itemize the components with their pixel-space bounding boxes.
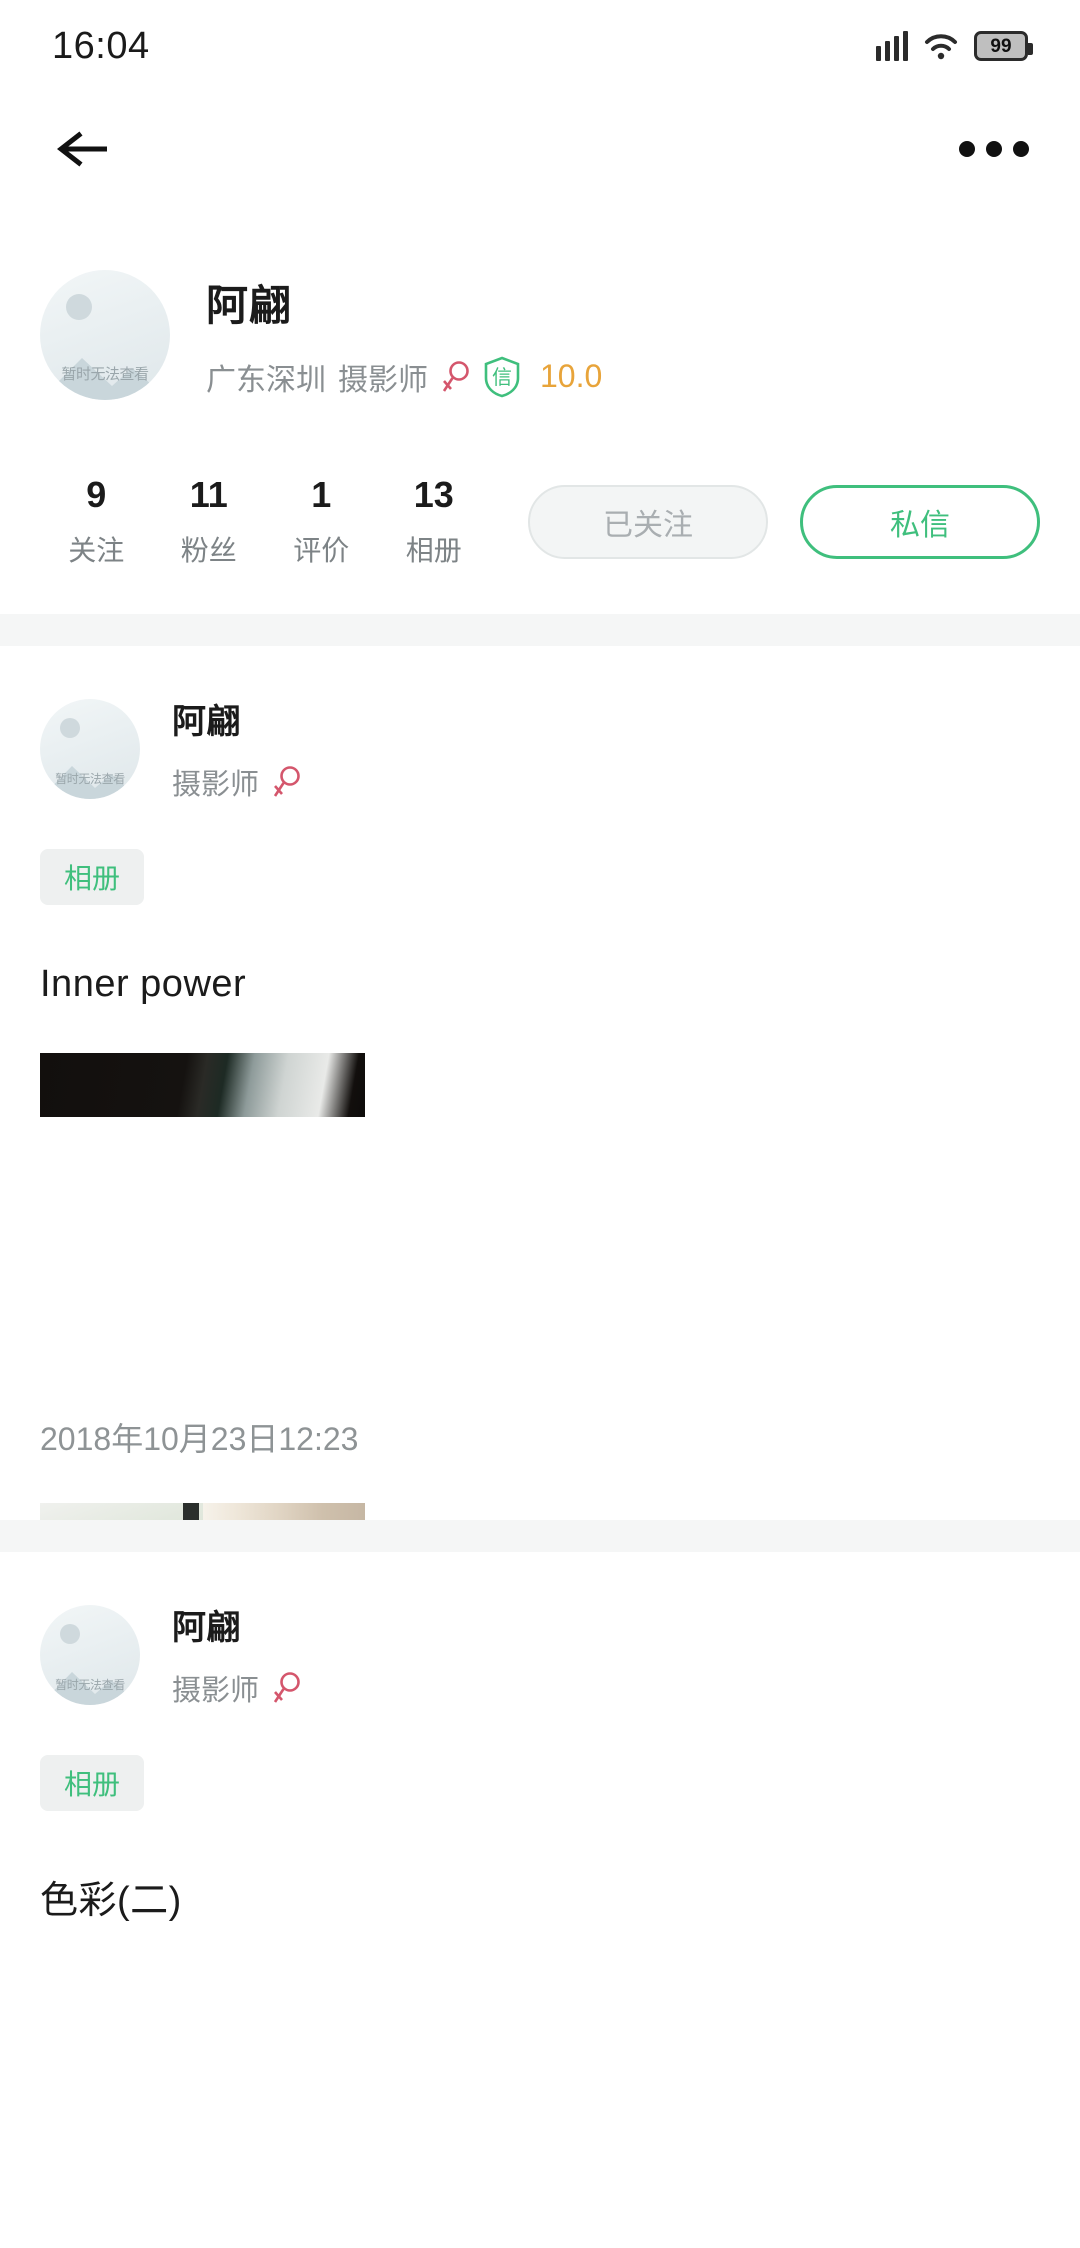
back-button[interactable] [42, 114, 128, 184]
profile-score: 10.0 [540, 358, 603, 394]
post-author-meta: 阿翩 摄影师 [172, 1600, 301, 1709]
post-author-name: 阿翩 [172, 703, 241, 741]
back-arrow-icon [57, 131, 107, 167]
post-author-name: 阿翩 [172, 1609, 241, 1647]
navigation-bar [0, 92, 1080, 202]
signal-bars-icon [876, 31, 908, 61]
stat-albums[interactable]: 13 相册 [378, 475, 491, 569]
female-gender-icon [273, 1672, 300, 1703]
battery-icon: 99 [974, 31, 1033, 61]
profile-meta: 阿翩 广东深圳 摄影师 信 10.0 [206, 272, 602, 399]
avatar[interactable]: 暂时无法查看 [40, 1604, 140, 1705]
avatar-sun-shape [60, 717, 80, 738]
section-divider [0, 1520, 1080, 1552]
avatar-placeholder-text: 暂时无法查看 [55, 771, 125, 786]
feed-post[interactable]: 暂时无法查看 阿翩 摄影师 相册 色彩(二) [0, 1552, 1080, 2248]
profile-row: 暂时无法查看 阿翩 广东深圳 摄影师 信 10.0 [0, 270, 1080, 400]
post-author-job: 摄影师 [172, 769, 260, 801]
post-author-subline: 摄影师 [172, 1667, 301, 1709]
status-time: 16:04 [52, 24, 150, 67]
more-dot [959, 141, 975, 157]
post-title: Inner power [40, 963, 247, 1005]
stat-followers[interactable]: 11 粉丝 [153, 475, 266, 569]
post-author-subline: 摄影师 [172, 761, 301, 803]
post-tag-album[interactable]: 相册 [40, 1755, 145, 1811]
profile-name: 阿翩 [206, 281, 293, 329]
avatar-sun-shape [60, 1623, 80, 1644]
more-dot [986, 141, 1002, 157]
stat-value: 13 [413, 474, 454, 515]
stat-label: 相册 [405, 534, 462, 566]
post-tag-album[interactable]: 相册 [40, 849, 145, 905]
post-author-row[interactable]: 暂时无法查看 阿翩 摄影师 [0, 1600, 1080, 1709]
status-bar: 16:04 99 [0, 0, 1080, 92]
post-date: 2018年10月23日12:23 [40, 1421, 359, 1457]
section-divider [0, 614, 1080, 646]
post-author-row[interactable]: 暂时无法查看 阿翩 摄影师 [0, 694, 1080, 803]
avatar-placeholder-text: 暂时无法查看 [61, 366, 149, 383]
avatar-sun-shape [66, 294, 92, 320]
profile-action-buttons: 已关注 私信 [528, 484, 1040, 559]
verified-shield-icon: 信 [482, 356, 522, 398]
stat-label: 评价 [293, 534, 350, 566]
follow-button[interactable]: 已关注 [528, 484, 768, 559]
message-button[interactable]: 私信 [800, 484, 1040, 559]
stat-value: 11 [189, 474, 228, 515]
verified-badge-text: 信 [492, 366, 512, 389]
post-tag-row: 相册 [0, 1755, 1080, 1811]
stat-label: 关注 [68, 534, 125, 566]
stat-value: 1 [311, 474, 332, 515]
post-author-job: 摄影师 [172, 1675, 260, 1707]
wifi-icon [924, 32, 958, 60]
profile-job: 摄影师 [338, 363, 428, 397]
profile-location: 广东深圳 [206, 363, 326, 397]
app-screen: 16:04 99 暂时无法查看 阿翩 广东深圳 摄影师 信 10.0 9 关注 … [0, 0, 1080, 2248]
post-author-meta: 阿翩 摄影师 [172, 694, 301, 803]
female-gender-icon [442, 360, 469, 392]
avatar[interactable]: 暂时无法查看 [40, 698, 140, 799]
post-tag-row: 相册 [0, 849, 1080, 905]
stat-value: 9 [86, 474, 107, 515]
avatar-placeholder-text: 暂时无法查看 [55, 1677, 125, 1692]
post-photo-bedroom[interactable] [40, 1053, 365, 1117]
stat-following[interactable]: 9 关注 [40, 475, 153, 569]
female-gender-icon [273, 766, 300, 797]
battery-level: 99 [990, 35, 1012, 57]
avatar[interactable]: 暂时无法查看 [40, 270, 170, 400]
stat-reviews[interactable]: 1 评价 [265, 475, 378, 569]
post-title: 色彩(二) [40, 1880, 182, 1922]
status-indicators: 99 [876, 31, 1033, 61]
more-dot [1013, 141, 1029, 157]
profile-stats-row: 9 关注 11 粉丝 1 评价 13 相册 已关注 私信 [0, 475, 1080, 569]
more-options-button[interactable] [946, 114, 1042, 184]
stat-label: 粉丝 [180, 534, 237, 566]
feed-post[interactable]: 暂时无法查看 阿翩 摄影师 相册 Inner power 2018年10月23日… [0, 646, 1080, 1737]
profile-header: 暂时无法查看 阿翩 广东深圳 摄影师 信 10.0 [0, 270, 1080, 400]
profile-subline: 广东深圳 摄影师 信 10.0 [206, 355, 602, 399]
